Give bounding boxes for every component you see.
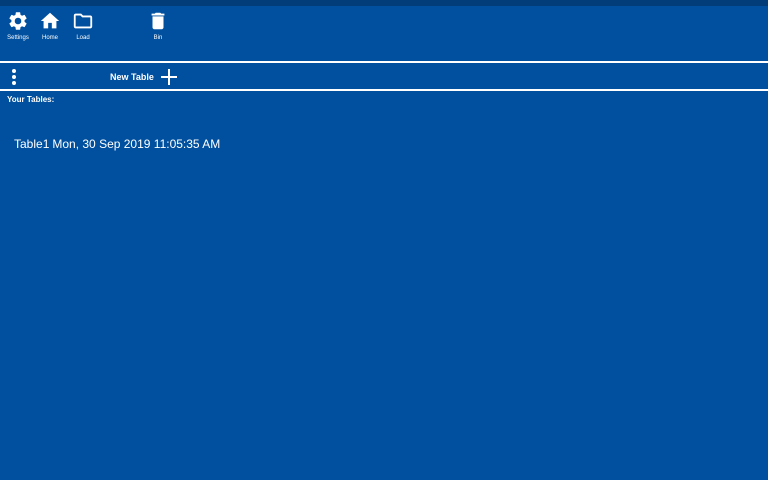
new-table-label: New Table	[110, 72, 154, 82]
table-list-item[interactable]: Table1 Mon, 30 Sep 2019 11:05:35 AM	[14, 137, 220, 151]
action-bar-divider	[0, 89, 768, 91]
more-options-button[interactable]	[6, 66, 22, 88]
status-strip	[0, 0, 768, 6]
load-label: Load	[76, 35, 90, 41]
trash-icon	[147, 10, 169, 32]
folder-icon	[72, 10, 94, 32]
table-name: Table1	[14, 137, 50, 151]
bin-label: Bin	[153, 35, 163, 41]
home-label: Home	[41, 35, 58, 41]
bin-button[interactable]: Bin	[138, 10, 178, 44]
toolbar-divider	[0, 61, 768, 63]
table-list: Table1 Mon, 30 Sep 2019 11:05:35 AM	[14, 137, 220, 151]
gear-icon	[7, 10, 29, 32]
tables-heading: Your Tables:	[7, 95, 55, 104]
home-icon	[39, 10, 61, 32]
load-button[interactable]: Load	[63, 10, 103, 44]
vertical-dots-icon	[12, 69, 16, 85]
plus-icon	[160, 69, 177, 85]
new-table-button[interactable]: New Table	[106, 66, 178, 88]
settings-label: Settings	[7, 35, 29, 41]
table-created-timestamp: Mon, 30 Sep 2019 11:05:35 AM	[52, 137, 221, 151]
